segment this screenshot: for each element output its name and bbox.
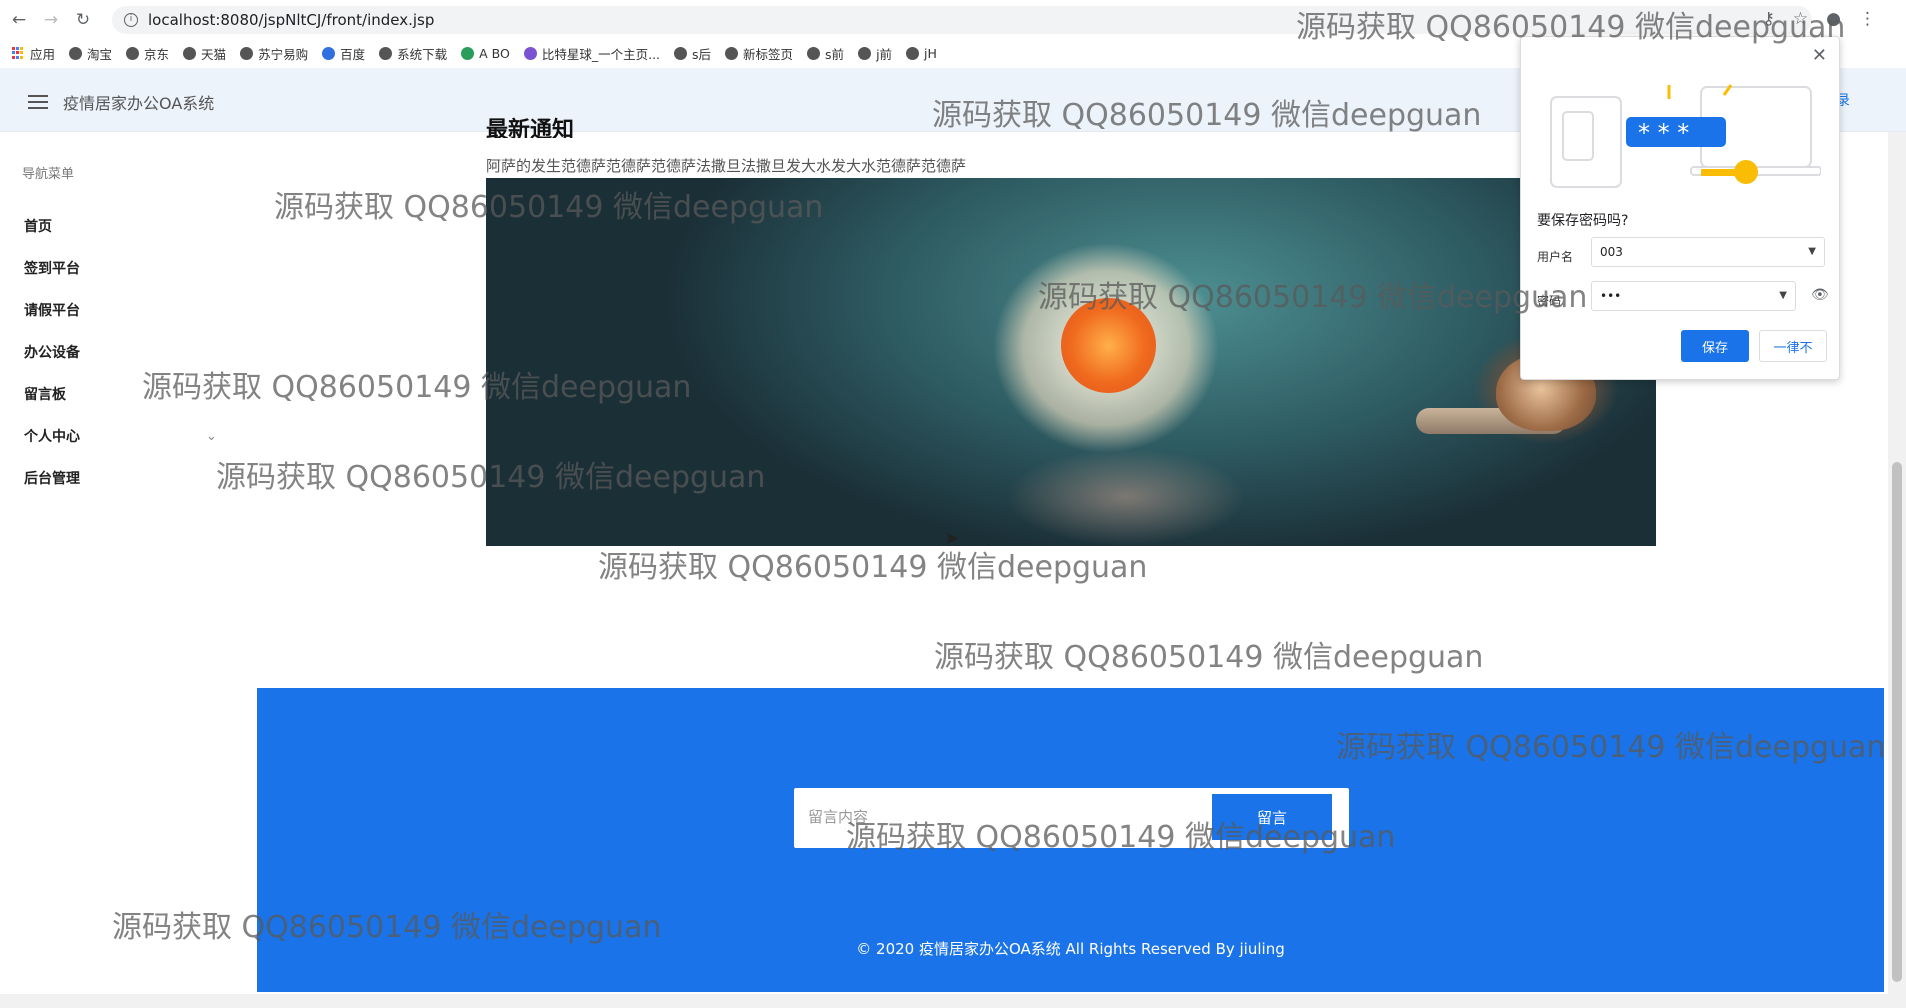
leaf-icon bbox=[461, 46, 475, 60]
watermark-text: 源码获取 QQ86050149 微信deepguan bbox=[598, 550, 1148, 585]
save-password-button[interactable]: 保存 bbox=[1681, 330, 1749, 362]
browser-toolbar: ← → ↻ i localhost:8080/jspNltCJ/front/in… bbox=[0, 0, 1906, 40]
menu-icon[interactable]: ⋮ bbox=[1859, 9, 1876, 29]
bookmark-item[interactable]: 京东 bbox=[126, 44, 169, 63]
back-icon[interactable]: ← bbox=[8, 9, 30, 31]
watermark-text: 源码获取 QQ86050149 微信deepguan bbox=[934, 640, 1484, 675]
save-password-popup: ✕ * * * 要保存密码吗? 用户名 003 ▼ 密码 ••• ▼ 👁 保存 … bbox=[1520, 36, 1840, 380]
article-heading: 最新通知 bbox=[486, 118, 575, 138]
mouse-cursor-icon: ➤ bbox=[944, 528, 960, 549]
bookmark-item[interactable]: 新标签页 bbox=[725, 44, 793, 63]
bookmark-item[interactable]: s前 bbox=[807, 44, 844, 63]
globe-icon bbox=[858, 46, 872, 60]
eye-icon[interactable]: 👁 bbox=[1811, 287, 1829, 303]
profile-icon[interactable]: ● bbox=[1826, 9, 1841, 29]
scrollbar-thumb[interactable] bbox=[1892, 462, 1902, 982]
sidebar-item-admin[interactable]: 后台管理 bbox=[24, 468, 80, 488]
bookmark-item[interactable]: 苏宁易购 bbox=[240, 44, 308, 63]
sidebar-item-equipment[interactable]: 办公设备 bbox=[24, 342, 80, 362]
message-input[interactable] bbox=[808, 808, 1208, 826]
hamburger-menu-icon[interactable] bbox=[28, 95, 48, 109]
popup-title: 要保存密码吗? bbox=[1537, 213, 1629, 229]
globe-icon bbox=[379, 46, 393, 60]
never-save-button[interactable]: 一律不 bbox=[1759, 330, 1827, 362]
bookmark-item[interactable]: 比特星球_一个主页... bbox=[523, 44, 660, 63]
sidebar-item-personal-center[interactable]: 个人中心 bbox=[24, 426, 80, 446]
horizontal-scrollbar[interactable] bbox=[0, 994, 1906, 1008]
username-field[interactable]: 003 ▼ bbox=[1591, 237, 1825, 267]
star-icon[interactable]: ☆ bbox=[1793, 9, 1808, 29]
sidebar-item-message-board[interactable]: 留言板 bbox=[24, 384, 66, 404]
chevron-down-icon[interactable]: ⌄ bbox=[206, 429, 217, 444]
url-text: localhost:8080/jspNltCJ/front/index.jsp bbox=[148, 11, 435, 29]
planet-icon bbox=[523, 46, 537, 60]
sidebar: 导航菜单 首页 签到平台 请假平台 办公设备 留言板 个人中心 ⌄ 后台管理 bbox=[0, 133, 240, 1003]
nav-caption: 导航菜单 bbox=[22, 167, 75, 182]
site-info-icon[interactable]: i bbox=[124, 13, 138, 27]
bookmark-apps[interactable]: 应用 bbox=[12, 44, 55, 63]
dropdown-arrow-icon[interactable]: ▼ bbox=[1779, 282, 1787, 310]
globe-icon bbox=[906, 46, 920, 60]
paw-icon bbox=[322, 46, 336, 60]
system-title: 疫情居家办公OA系统 bbox=[63, 94, 215, 113]
article-description: 阿萨的发生范德萨范德萨范德萨法撒旦法撒旦发大水发大水范德萨范德萨 bbox=[486, 157, 967, 175]
bookmark-item[interactable]: 百度 bbox=[322, 44, 365, 63]
forward-icon[interactable]: → bbox=[40, 9, 62, 31]
globe-icon bbox=[126, 46, 140, 60]
globe-icon bbox=[240, 46, 254, 60]
apps-grid-icon bbox=[12, 46, 25, 60]
globe-icon bbox=[69, 46, 83, 60]
svg-text:* * *: * * * bbox=[1638, 119, 1689, 147]
bookmark-item[interactable]: jH bbox=[906, 46, 937, 61]
dropdown-arrow-icon[interactable]: ▼ bbox=[1808, 238, 1816, 266]
password-field[interactable]: ••• ▼ bbox=[1591, 281, 1796, 311]
sidebar-item-checkin[interactable]: 签到平台 bbox=[24, 258, 80, 278]
globe-icon bbox=[725, 46, 739, 60]
message-form: 留言 bbox=[794, 788, 1349, 848]
flower-center bbox=[1061, 298, 1156, 393]
bookmark-item[interactable]: 天猫 bbox=[183, 44, 226, 63]
vertical-scrollbar[interactable] bbox=[1888, 132, 1906, 994]
banner-image bbox=[486, 178, 1656, 546]
globe-icon bbox=[183, 46, 197, 60]
bookmark-item[interactable]: 淘宝 bbox=[69, 44, 112, 63]
bookmark-item[interactable]: j前 bbox=[858, 44, 892, 63]
submit-message-button[interactable]: 留言 bbox=[1212, 794, 1332, 840]
address-bar[interactable]: i localhost:8080/jspNltCJ/front/index.js… bbox=[112, 6, 1812, 34]
bookmark-item[interactable]: A BO bbox=[461, 46, 510, 61]
globe-icon bbox=[807, 46, 821, 60]
reload-icon[interactable]: ↻ bbox=[72, 9, 94, 31]
key-icon[interactable]: ⚷ bbox=[1762, 9, 1774, 29]
username-label: 用户名 bbox=[1537, 250, 1574, 264]
copyright-text: © 2020 疫情居家办公OA系统 All Rights Reserved By… bbox=[856, 940, 1285, 958]
sidebar-item-leave[interactable]: 请假平台 bbox=[24, 300, 80, 320]
bookmark-item[interactable]: 系统下载 bbox=[379, 44, 447, 63]
flower-reflection bbox=[1006, 448, 1246, 546]
password-illustration: * * * bbox=[1550, 84, 1821, 188]
password-label: 密码 bbox=[1537, 294, 1562, 308]
bookmark-item[interactable]: s后 bbox=[674, 44, 711, 63]
globe-icon bbox=[674, 46, 688, 60]
sidebar-item-home[interactable]: 首页 bbox=[24, 216, 52, 236]
message-board-section: 留言 © 2020 疫情居家办公OA系统 All Rights Reserved… bbox=[257, 688, 1884, 992]
